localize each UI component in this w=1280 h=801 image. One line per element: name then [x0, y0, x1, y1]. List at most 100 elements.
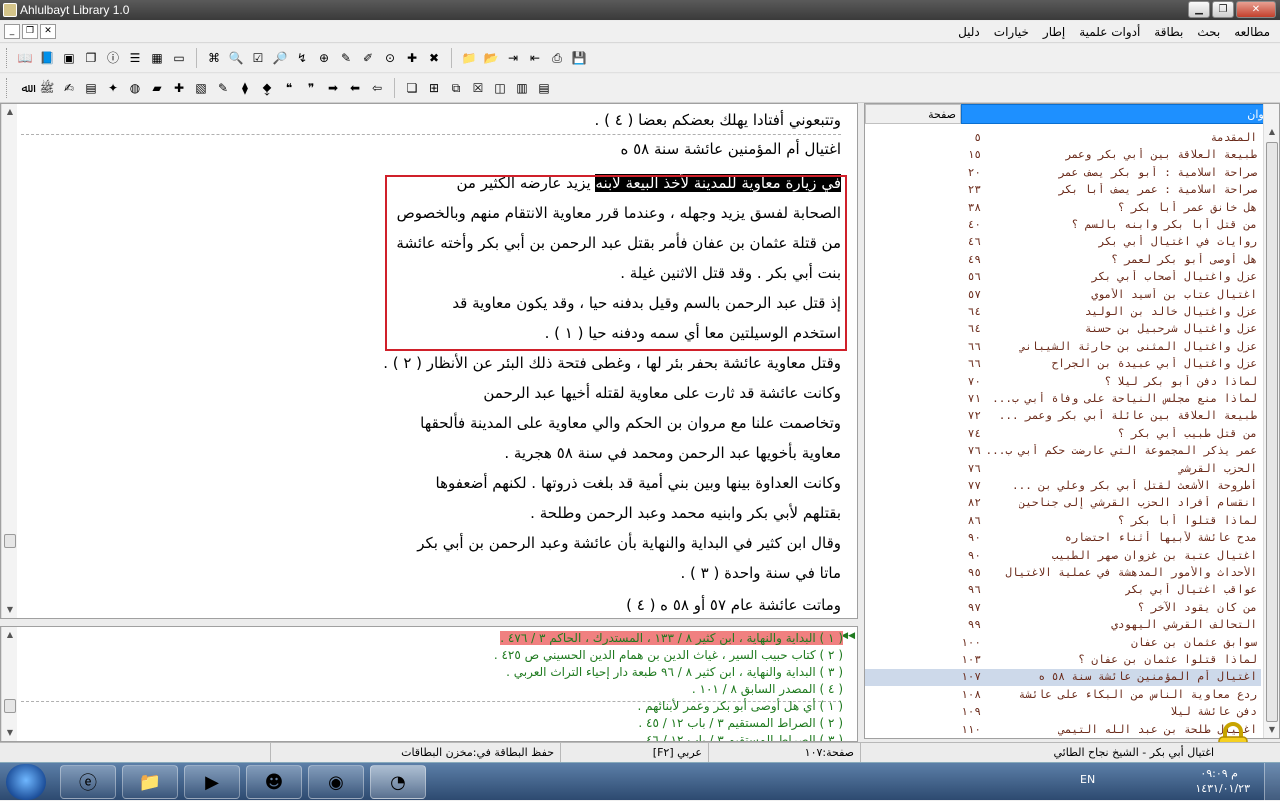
index-row[interactable]: من كان يقود الآخر ؟ ٩٧ [865, 600, 1261, 617]
index-row[interactable]: عمر يذكر المجموعة التي عارضت حكم أبي ب..… [865, 443, 1261, 460]
note-icon[interactable]: ▧ [193, 80, 209, 96]
magnify-icon[interactable]: ⊙ [382, 50, 398, 66]
index-row[interactable]: اغتيال طلحة بن عبد الله التيمي ١١٠ [865, 722, 1261, 738]
note-add-icon[interactable]: ✚ [171, 80, 187, 96]
index-row[interactable]: الأحداث والأمور المدهشة في عملية الاغتيا… [865, 565, 1261, 582]
text-line[interactable]: وكانت عائشة قد ثارت على معاوية لقتله أخي… [483, 384, 841, 402]
quote-end-icon[interactable]: ❞ [303, 80, 319, 96]
book-text-pane[interactable]: ▲ ▼ وتتبعوني أفتادا يهلك بعضكم بعضا ( ٤ … [0, 103, 858, 619]
menu-item-1[interactable]: بحث [1197, 25, 1220, 39]
window-tile-icon[interactable]: ⧉ [448, 80, 464, 96]
footnote-line[interactable]: ( ٣ ) البداية والنهاية ، ابن كثير ٨ / ٩٦… [506, 665, 843, 679]
salawat-icon[interactable]: ﷺ [39, 80, 55, 96]
text-line[interactable]: وتخاصمت علنا مع مروان بن الحكم والي معاو… [420, 414, 841, 432]
index-row[interactable]: لماذا قتلوا عثمان بن عفان ؟ ١٠٣ [865, 652, 1261, 669]
eraser-icon[interactable]: ✎ [338, 50, 354, 66]
footnotes-pane[interactable]: ▲ ▼ ◀◀ ( ١ ) البداية والنهاية ، ابن كثير… [0, 626, 858, 742]
text-line[interactable]: اغتيال أم المؤمنين عائشة سنة ٥٨ ه [620, 140, 841, 158]
book-open-icon[interactable]: 📖 [17, 50, 33, 66]
card-edit-icon[interactable]: ✐ [360, 50, 376, 66]
highlight-icon[interactable]: ▰ [149, 80, 165, 96]
menu-item-5[interactable]: خيارات [994, 25, 1029, 39]
allah-glyph-icon[interactable]: ﷲ [17, 80, 33, 96]
index-row[interactable]: هل خانق عمر أبا بكر ؟ ٣٨ [865, 200, 1261, 217]
list-icon[interactable]: ☰ [127, 50, 143, 66]
text-line[interactable]: وقتل معاوية عائشة بحفر بئر لها ، وغطى فت… [383, 354, 841, 372]
calligraphy-icon[interactable]: ✍ [61, 80, 77, 96]
text-scrollbar[interactable]: ▲ ▼ [1, 104, 17, 618]
index-row[interactable]: لماذا دفن أبو بكر ليلا ؟ ٧٠ [865, 374, 1261, 391]
scroll-up-icon[interactable]: ▲ [2, 627, 18, 643]
mdi-minimize-icon[interactable]: _ [4, 24, 20, 39]
index-col-page[interactable]: صفحة [865, 104, 961, 124]
save-icon[interactable]: 💾 [571, 50, 587, 66]
minimize-button[interactable]: ▁ [1188, 1, 1210, 18]
window-icon[interactable]: ▭ [171, 50, 187, 66]
notes-scrollbar[interactable]: ▲ ▼ [1, 627, 17, 741]
start-button[interactable] [6, 764, 46, 800]
index-col-title[interactable]: عنوان [961, 104, 1279, 124]
messenger-icon[interactable]: ☻ [246, 765, 302, 799]
text-line[interactable]: بقتلهم لأبي بكر وابنيه محمد وعبد الرحمن … [530, 504, 841, 522]
card-icon[interactable]: ▤ [83, 80, 99, 96]
index-row[interactable]: طبيعة العلاقة بين أبي بكر وعمر ١٥ [865, 147, 1261, 164]
index-row[interactable]: الحزب القرشي ٧٦ [865, 461, 1261, 478]
left-arrow-icon[interactable]: ⬅ [347, 80, 363, 96]
footnote-line[interactable]: ( ١ ) أي هل أوصى أبو بكر وعمر لأبنائهم . [637, 699, 843, 713]
scroll-thumb[interactable] [4, 534, 16, 548]
right-arrow-icon[interactable]: ➡ [325, 80, 341, 96]
clock-date[interactable]: ١٤٣١/٠١/٢٣ [1195, 782, 1250, 795]
print-icon[interactable]: ⎙ [549, 50, 565, 66]
window-stack-icon[interactable]: ▤ [536, 80, 552, 96]
index-row[interactable]: ردع معاوية الناس من البكاء على عائشة ١٠٨ [865, 687, 1261, 704]
mdi-close-icon[interactable]: ✕ [40, 24, 56, 39]
binoculars-icon[interactable]: ⌘ [206, 50, 222, 66]
footnote-line[interactable]: ( ٣ ) الصراط المستقيم ٣ / باب ١٢ / ٤٦ . [638, 733, 843, 741]
quote-icon[interactable]: ❝ [281, 80, 297, 96]
index-row[interactable]: عزل واغتيال شرحبيل بن حسنة ٦٤ [865, 321, 1261, 338]
text-line[interactable]: وماتت عائشة عام ٥٧ أو ٥٨ ه ( ٤ ) [626, 596, 841, 614]
index-row[interactable]: هل أوصى أبو بكر لعمر ؟ ٤٩ [865, 252, 1261, 269]
menu-item-3[interactable]: أدوات علمية [1079, 25, 1140, 39]
scroll-down-icon[interactable]: ▼ [2, 725, 18, 741]
text-line[interactable]: وقال ابن كثير في البداية والنهاية بأن عا… [417, 534, 841, 552]
scroll-thumb[interactable] [1266, 142, 1278, 722]
index-row[interactable]: صراحة اسلامية : أبو بكر يصف عمر ٢٠ [865, 165, 1261, 182]
drop-out-icon[interactable]: ⧪ [259, 80, 275, 96]
index-row[interactable]: مدح عائشة لأبيها أثناء احتضاره ٩٠ [865, 530, 1261, 547]
ie-icon[interactable]: ⓔ [60, 765, 116, 799]
search-text-icon[interactable]: 🔎 [272, 50, 288, 66]
text-line[interactable]: معاوية بأخويها عبد الرحمن ومحمد في سنة ٥… [504, 444, 841, 462]
window-split-icon[interactable]: ◫ [492, 80, 508, 96]
input-language[interactable]: EN [1080, 773, 1095, 786]
toolbar-grip[interactable] [6, 48, 10, 68]
explorer-icon[interactable]: 📁 [122, 765, 178, 799]
window-cascade-icon[interactable]: ❏ [404, 80, 420, 96]
footnote-line[interactable]: ( ٢ ) الصراط المستقيم ٣ / باب ١٢ / ٤٥ . [638, 716, 843, 730]
window-new-icon[interactable]: ⊞ [426, 80, 442, 96]
index-row[interactable]: اغتيال عتاب بن أسيد الأموي ٥٧ [865, 287, 1261, 304]
scroll-up-icon[interactable]: ▲ [1264, 124, 1279, 140]
page-icon[interactable]: ▣ [61, 50, 77, 66]
show-desktop-button[interactable] [1264, 763, 1280, 801]
search-book-icon[interactable]: 🔍 [228, 50, 244, 66]
window-arrange-icon[interactable]: ▥ [514, 80, 530, 96]
card-add-icon[interactable]: ✚ [404, 50, 420, 66]
index-row[interactable]: أطروحة الأشعث لقتل أبي بكر وعلي بن ... ٧٧ [865, 478, 1261, 495]
drop-icon[interactable]: ⧫ [237, 80, 253, 96]
scroll-down-icon[interactable]: ▼ [1264, 722, 1279, 738]
window-close-icon[interactable]: ☒ [470, 80, 486, 96]
index-row[interactable]: عزل واغتيال خالد بن الوليد ٦٤ [865, 304, 1261, 321]
menu-item-2[interactable]: بطاقة [1154, 25, 1183, 39]
scroll-up-icon[interactable]: ▲ [2, 104, 18, 120]
index-row[interactable]: عواقب اغتيال أبي بكر ٩٦ [865, 582, 1261, 599]
index-row[interactable]: دفن عائشة ليلا ١٠٩ [865, 704, 1261, 721]
footnote-line[interactable]: ( ٤ ) المصدر السابق ٨ / ١٠١ . [692, 682, 843, 696]
globe-icon[interactable]: ◍ [127, 80, 143, 96]
close-button[interactable]: ✕ [1236, 1, 1276, 18]
card-remove-icon[interactable]: ✖ [426, 50, 442, 66]
text-line[interactable]: وكانت العداوة بينها وبين بني أمية قد بلغ… [436, 474, 841, 492]
maximize-button[interactable]: ❐ [1212, 1, 1234, 18]
search-next-icon[interactable]: ↯ [294, 50, 310, 66]
media-player-icon[interactable]: ▶ [184, 765, 240, 799]
